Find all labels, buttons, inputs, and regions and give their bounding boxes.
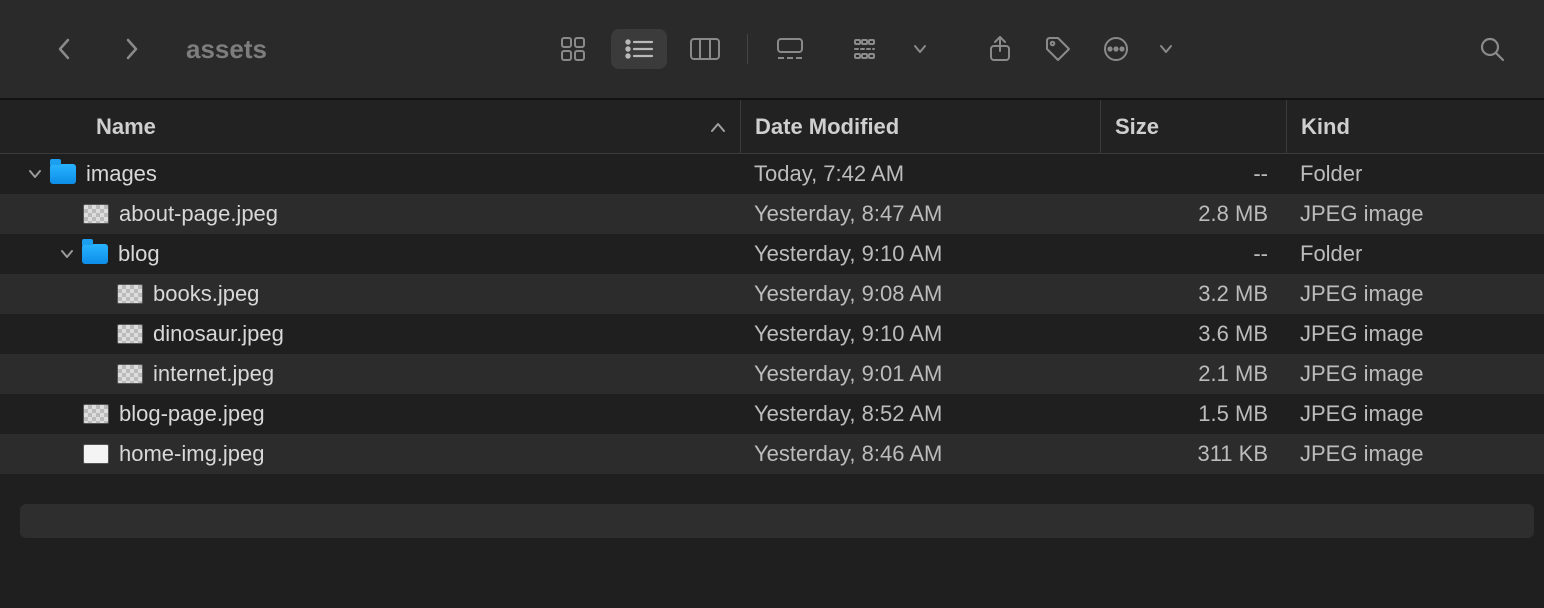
file-size: 1.5 MB xyxy=(1100,401,1286,427)
file-kind: JPEG image xyxy=(1286,281,1544,307)
share-button[interactable] xyxy=(980,29,1020,69)
file-thumbnail-icon xyxy=(83,404,109,424)
gallery-view-button[interactable] xyxy=(770,29,810,69)
column-header-size-label: Size xyxy=(1115,114,1159,140)
file-date: Yesterday, 8:52 AM xyxy=(740,401,1100,427)
file-date: Yesterday, 8:46 AM xyxy=(740,441,1100,467)
file-name: blog xyxy=(118,241,160,267)
column-header-name[interactable]: Name xyxy=(0,114,740,140)
file-size: 3.2 MB xyxy=(1100,281,1286,307)
tags-button[interactable] xyxy=(1038,29,1078,69)
list-item[interactable]: books.jpeg Yesterday, 9:08 AM 3.2 MB JPE… xyxy=(0,274,1544,314)
folder-icon xyxy=(50,164,76,184)
path-bar[interactable] xyxy=(20,504,1534,538)
view-switcher xyxy=(553,29,810,69)
disclosure-triangle-icon[interactable] xyxy=(26,165,44,183)
column-header-date[interactable]: Date Modified xyxy=(740,100,1100,153)
file-name: home-img.jpeg xyxy=(119,441,265,467)
toolbar-divider xyxy=(747,34,748,64)
file-size: 2.8 MB xyxy=(1100,201,1286,227)
file-thumbnail-icon xyxy=(117,364,143,384)
file-thumbnail-icon xyxy=(83,444,109,464)
list-item[interactable]: about-page.jpeg Yesterday, 8:47 AM 2.8 M… xyxy=(0,194,1544,234)
file-date: Yesterday, 9:01 AM xyxy=(740,361,1100,387)
column-header-size[interactable]: Size xyxy=(1100,100,1286,153)
file-name: about-page.jpeg xyxy=(119,201,278,227)
column-header-name-label: Name xyxy=(96,114,156,140)
file-date: Yesterday, 9:08 AM xyxy=(740,281,1100,307)
file-thumbnail-icon xyxy=(117,324,143,344)
file-size: 3.6 MB xyxy=(1100,321,1286,347)
back-button[interactable] xyxy=(44,29,84,69)
forward-button[interactable] xyxy=(112,29,152,69)
icon-view-button[interactable] xyxy=(553,29,593,69)
file-name: images xyxy=(86,161,157,187)
file-size: -- xyxy=(1100,241,1286,267)
file-name: internet.jpeg xyxy=(153,361,274,387)
file-thumbnail-icon xyxy=(83,204,109,224)
file-kind: Folder xyxy=(1286,241,1544,267)
list-item[interactable]: blog Yesterday, 9:10 AM -- Folder xyxy=(0,234,1544,274)
actions-button[interactable] xyxy=(1096,29,1136,69)
file-date: Yesterday, 9:10 AM xyxy=(740,321,1100,347)
file-kind: JPEG image xyxy=(1286,361,1544,387)
group-by-chevron-icon[interactable] xyxy=(900,29,940,69)
folder-icon xyxy=(82,244,108,264)
list-item[interactable]: blog-page.jpeg Yesterday, 8:52 AM 1.5 MB… xyxy=(0,394,1544,434)
file-kind: JPEG image xyxy=(1286,321,1544,347)
column-header-kind-label: Kind xyxy=(1301,114,1350,140)
file-size: -- xyxy=(1100,161,1286,187)
list-item[interactable]: images Today, 7:42 AM -- Folder xyxy=(0,154,1544,194)
list-item[interactable]: home-img.jpeg Yesterday, 8:46 AM 311 KB … xyxy=(0,434,1544,474)
file-date: Yesterday, 9:10 AM xyxy=(740,241,1100,267)
file-date: Yesterday, 8:47 AM xyxy=(740,201,1100,227)
actions-chevron-icon[interactable] xyxy=(1146,29,1186,69)
sort-ascending-icon xyxy=(710,114,726,140)
list-view-button[interactable] xyxy=(611,29,667,69)
window-title: assets xyxy=(186,34,267,65)
file-kind: JPEG image xyxy=(1286,201,1544,227)
group-by-button[interactable] xyxy=(850,29,890,69)
toolbar: assets xyxy=(0,0,1544,100)
file-size: 2.1 MB xyxy=(1100,361,1286,387)
file-name: books.jpeg xyxy=(153,281,259,307)
file-kind: JPEG image xyxy=(1286,441,1544,467)
column-header-date-label: Date Modified xyxy=(755,114,899,140)
search-button[interactable] xyxy=(1472,29,1512,69)
column-headers: Name Date Modified Size Kind xyxy=(0,100,1544,154)
file-name: dinosaur.jpeg xyxy=(153,321,284,347)
file-name: blog-page.jpeg xyxy=(119,401,265,427)
file-kind: Folder xyxy=(1286,161,1544,187)
list-item[interactable]: internet.jpeg Yesterday, 9:01 AM 2.1 MB … xyxy=(0,354,1544,394)
file-size: 311 KB xyxy=(1100,441,1286,467)
file-thumbnail-icon xyxy=(117,284,143,304)
column-header-kind[interactable]: Kind xyxy=(1286,100,1544,153)
column-view-button[interactable] xyxy=(685,29,725,69)
file-list: images Today, 7:42 AM -- Folder about-pa… xyxy=(0,154,1544,474)
disclosure-triangle-icon[interactable] xyxy=(58,245,76,263)
file-kind: JPEG image xyxy=(1286,401,1544,427)
list-item[interactable]: dinosaur.jpeg Yesterday, 9:10 AM 3.6 MB … xyxy=(0,314,1544,354)
file-date: Today, 7:42 AM xyxy=(740,161,1100,187)
